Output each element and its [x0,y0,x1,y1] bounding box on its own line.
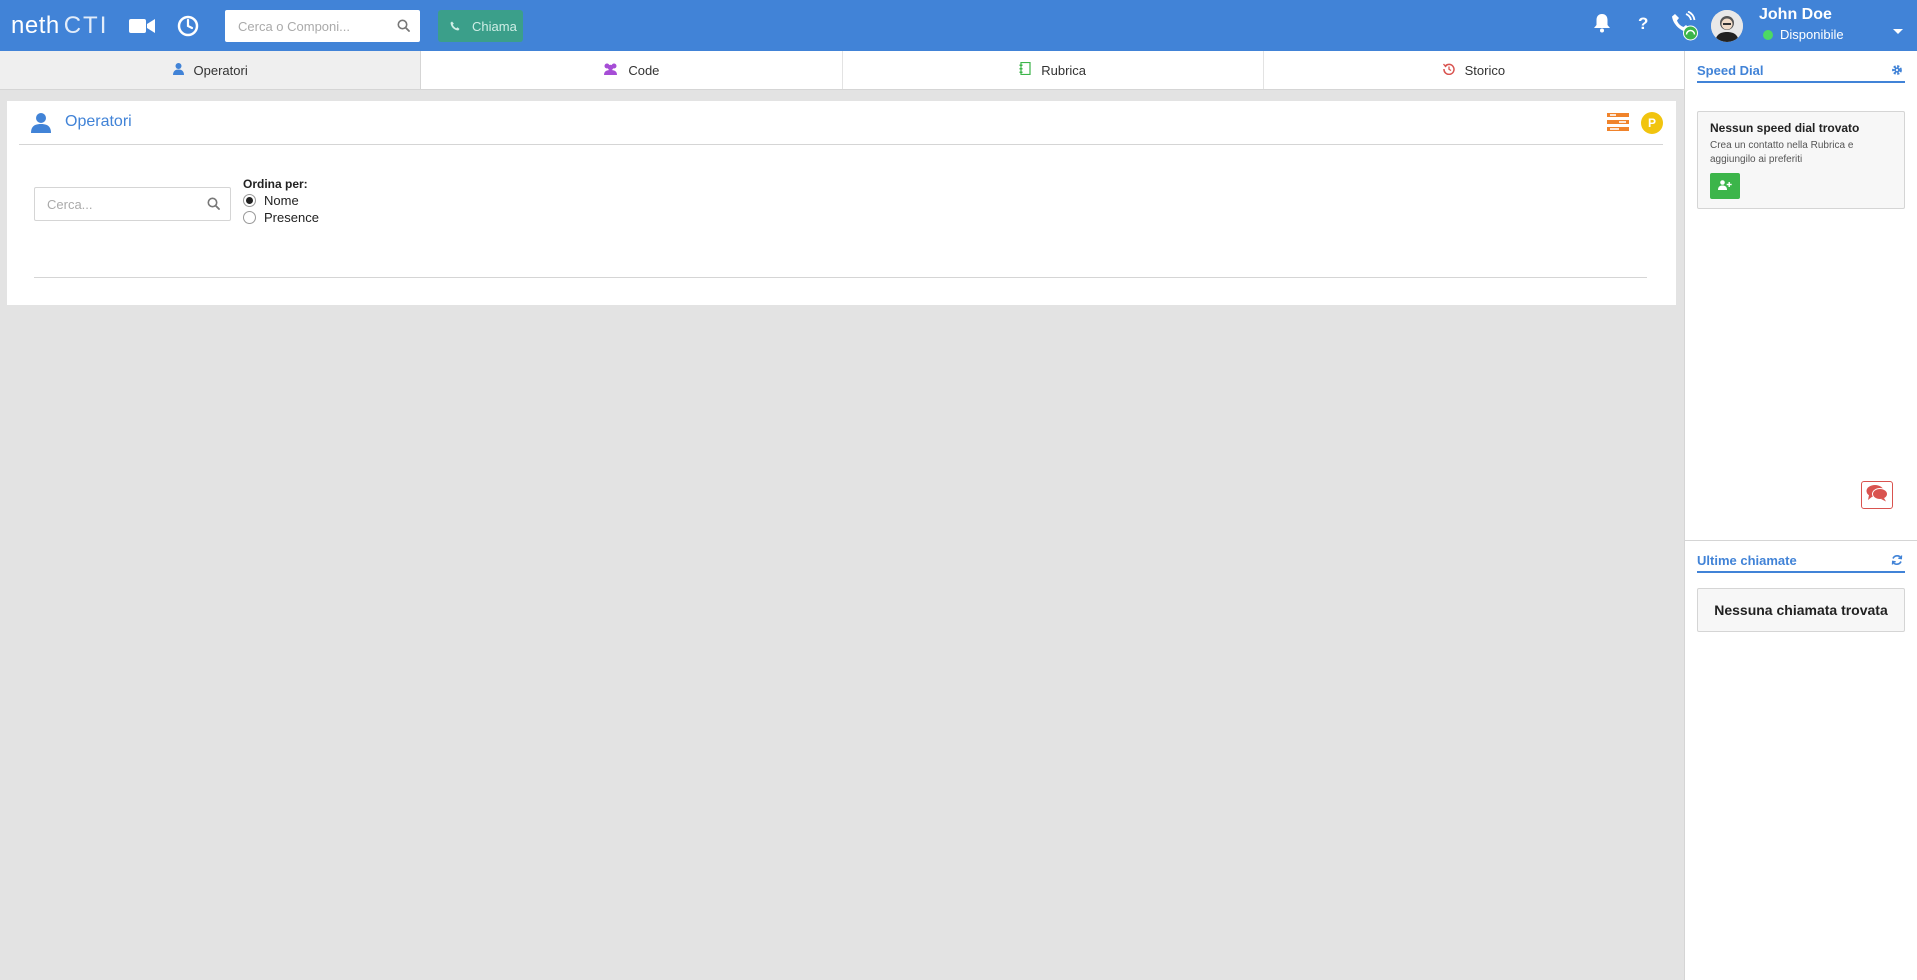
user-status[interactable]: Disponibile [1763,27,1844,42]
history-icon [1442,63,1455,78]
empty-description: Crea un contatto nella Rubrica e aggiung… [1710,140,1854,165]
empty-title: Nessun speed dial trovato [1710,121,1860,135]
operator-search-input[interactable] [35,188,195,220]
chat-icon [1866,484,1888,507]
sort-option-label: Presence [264,210,319,225]
global-search-input[interactable] [225,10,385,42]
speed-dial-empty: Nessun speed dial trovato Crea un contat… [1697,111,1905,209]
tab-label: Code [628,62,660,78]
video-camera-icon[interactable] [128,12,156,40]
tab-label: Rubrica [1041,62,1087,78]
call-button-label: Chiama [472,18,517,34]
sort-option-nome[interactable]: Nome [243,193,299,208]
list-view-icon[interactable] [1607,113,1629,136]
search-icon[interactable] [207,197,220,215]
tab-label: Operatori [193,62,248,78]
logo-main: neth [11,12,60,39]
clock-icon[interactable] [174,12,202,40]
tab-code[interactable]: Code [421,51,843,89]
section-title: Ultime chiamate [1697,553,1797,568]
users-icon [603,63,618,78]
tab-rubrica[interactable]: Rubrica [843,51,1264,89]
help-icon[interactable]: ? [1638,14,1648,34]
phone-ringing-icon[interactable] [1671,10,1699,46]
status-dot [1763,29,1773,40]
sort-option-presence[interactable]: Presence [243,210,319,225]
logo-suffix: CTI [63,12,109,39]
phone-icon [450,19,460,34]
search-icon[interactable] [397,19,410,37]
last-calls-empty: Nessuna chiamata trovata [1697,588,1905,632]
radio-button[interactable] [243,211,256,224]
tab-operatori[interactable]: Operatori [0,51,422,89]
tab-storico[interactable]: Storico [1264,51,1684,89]
sort-label: Ordina per: [243,177,308,191]
divider [1685,540,1917,541]
page-title: Operatori [65,113,132,130]
operator-search[interactable] [34,187,231,221]
user-name[interactable]: John Doe [1759,6,1832,24]
radio-button[interactable] [243,194,256,207]
section-title: Speed Dial [1697,63,1764,78]
sort-option-label: Nome [264,193,299,208]
address-book-icon [1019,61,1031,78]
presence-filter-icon[interactable]: P [1641,112,1663,134]
call-button[interactable]: Chiama [438,10,523,42]
add-contact-button[interactable] [1710,173,1740,199]
operators-card: Operatori P Ordina per: Nome Presence [7,101,1676,305]
right-panel: Speed Dial Nessun speed dial trovato Cre… [1684,51,1917,980]
chevron-down-icon[interactable] [1893,29,1903,34]
user-status-label: Disponibile [1780,27,1844,42]
main-tabs: Operatori Code Rubrica Storico [0,51,1684,90]
operators-header: Operatori P [19,101,1663,145]
refresh-icon[interactable] [1891,554,1903,569]
user-avatar[interactable] [1711,10,1743,42]
chat-button[interactable] [1861,481,1893,509]
user-plus-icon [1718,177,1732,195]
bell-icon[interactable] [1593,13,1611,38]
tab-label: Storico [1464,62,1506,78]
gear-icon[interactable] [1891,64,1903,79]
top-bar: nethCTI Chiama ? John Doe Disponibile [0,0,1917,51]
divider [34,277,1647,278]
last-calls-header: Ultime chiamate [1697,553,1905,573]
app-logo[interactable]: neth CTI [11,12,108,40]
user-icon [31,113,51,138]
user-icon [172,62,184,78]
speed-dial-header: Speed Dial [1697,63,1905,83]
global-search[interactable] [225,10,420,42]
